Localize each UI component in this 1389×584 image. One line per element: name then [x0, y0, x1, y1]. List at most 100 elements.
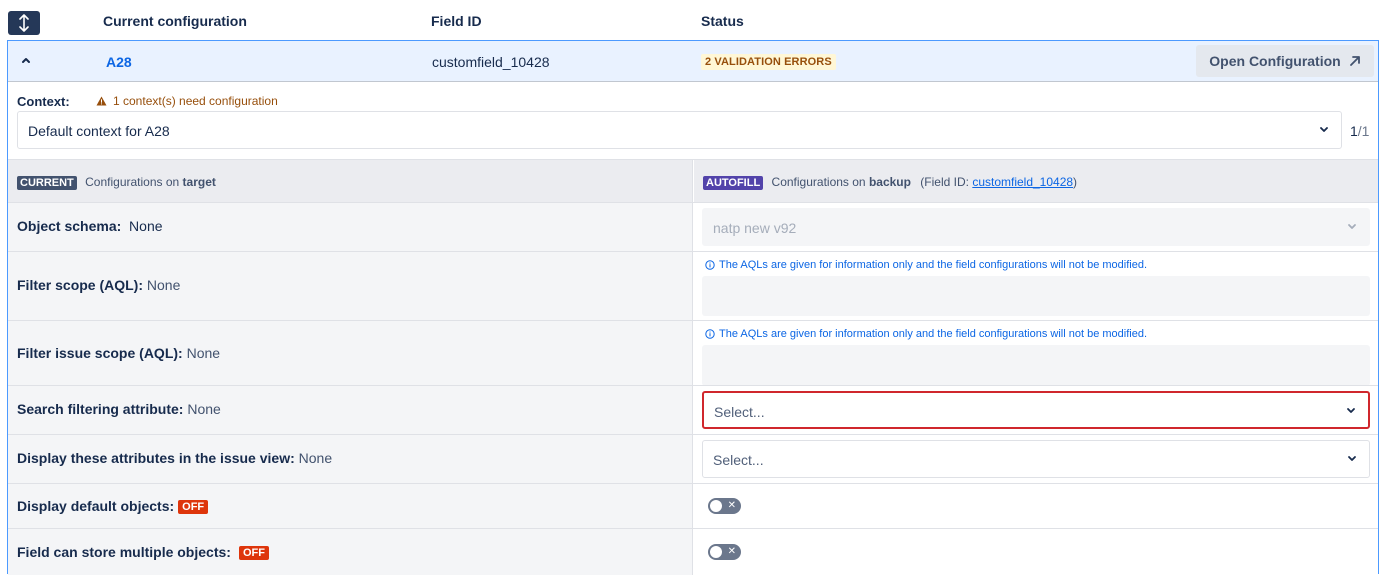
current-header-target: target — [182, 175, 216, 189]
row-filter-scope-autofill: The AQLs are given for information only … — [694, 252, 1378, 320]
current-header-prefix: Configurations on — [85, 175, 183, 189]
status-badge: 2 VALIDATION ERRORS — [701, 54, 836, 70]
current-header: CURRENT Configurations on target — [17, 175, 216, 190]
context-warning: 1 context(s) need configuration — [96, 94, 278, 108]
autofill-header: AUTOFILL Configurations on backup (Field… — [703, 175, 1077, 190]
row-display-attributes-autofill: Select... — [694, 435, 1378, 483]
field-id: customfield_10428 — [432, 54, 550, 70]
row-search-filtering-attribute-autofill: Select... — [694, 386, 1378, 434]
multiple-objects-toggle[interactable]: ✕ — [708, 544, 741, 560]
field-id-prefix: (Field ID: — [920, 175, 973, 189]
column-header-status: Status — [701, 13, 744, 29]
row-multiple-objects-autofill: ✕ — [694, 529, 1378, 575]
search-filtering-current: Search filtering attribute: None — [17, 401, 221, 417]
row-multiple-objects-current: Field can store multiple objects: OFF — [8, 529, 693, 575]
display-attributes-select[interactable]: Select... — [702, 440, 1370, 478]
autofill-lozenge: AUTOFILL — [703, 175, 764, 190]
filter-scope-value: None — [146, 277, 181, 293]
multiple-objects-current: Field can store multiple objects: OFF — [17, 544, 269, 561]
row-filter-issue-scope-current: Filter issue scope (AQL): None — [8, 321, 693, 385]
object-schema-current: Object schema: None — [17, 218, 163, 234]
off-badge: OFF — [178, 500, 209, 515]
search-filtering-placeholder: Select... — [714, 404, 765, 420]
open-configuration-label: Open Configuration — [1209, 53, 1341, 69]
comparison-header-row: CURRENT Configurations on target AUTOFIL… — [8, 159, 1378, 202]
object-schema-select-value: natp new v92 — [713, 220, 797, 236]
display-attributes-current: Display these attributes in the issue vi… — [17, 450, 332, 466]
filter-scope-label: Filter scope (AQL): — [17, 277, 144, 293]
row-display-attributes-current: Display these attributes in the issue vi… — [8, 435, 693, 483]
row-display-attributes: Display these attributes in the issue vi… — [8, 434, 1378, 483]
context-select-value: Default context for A28 — [28, 123, 170, 139]
open-configuration-button[interactable]: Open Configuration — [1196, 45, 1374, 77]
comparison-grid: CURRENT Configurations on target AUTOFIL… — [8, 159, 1378, 575]
row-display-default-objects-autofill: ✕ — [694, 484, 1378, 528]
column-header-field-id: Field ID — [431, 13, 482, 29]
close-icon: ✕ — [727, 546, 736, 557]
context-select[interactable]: Default context for A28 — [17, 111, 1342, 149]
field-configuration-panel: A28 customfield_10428 2 VALIDATION ERROR… — [7, 40, 1379, 575]
object-schema-value: None — [129, 218, 163, 234]
backup-field-id-link[interactable]: customfield_10428 — [972, 175, 1073, 189]
filter-issue-scope-aql-field — [702, 345, 1370, 386]
row-object-schema: Object schema: None natp new v92 — [8, 202, 1378, 251]
autofill-header-target: backup — [868, 175, 911, 189]
search-filtering-value: None — [187, 401, 221, 417]
row-filter-issue-scope: Filter issue scope (AQL): None The AQLs … — [8, 320, 1378, 386]
aql-info-text: The AQLs are given for information only … — [719, 259, 1148, 271]
row-filter-scope-current: Filter scope (AQL): None — [8, 252, 693, 320]
filter-issue-scope-value: None — [186, 345, 221, 361]
field-id-suffix: ) — [1073, 175, 1078, 189]
filter-issue-scope-current: Filter issue scope (AQL): None — [17, 345, 220, 361]
toggle-knob — [710, 546, 722, 558]
aql-info-message: The AQLs are given for information only … — [705, 328, 1147, 340]
warning-icon — [96, 96, 107, 106]
current-lozenge: CURRENT — [17, 175, 77, 190]
field-name-link[interactable]: A28 — [106, 54, 132, 70]
info-icon — [705, 260, 715, 270]
context-section: Context: 1 context(s) need configuration… — [8, 83, 1378, 159]
row-multiple-objects: Field can store multiple objects: OFF ✕ — [8, 528, 1378, 575]
chevron-down-icon — [1347, 408, 1355, 413]
info-icon — [705, 329, 715, 339]
field-row[interactable]: A28 customfield_10428 2 VALIDATION ERROR… — [8, 41, 1378, 82]
row-search-filtering-attribute: Search filtering attribute: None Select.… — [8, 385, 1378, 434]
comparison-header-left: CURRENT Configurations on target — [8, 160, 693, 202]
off-badge: OFF — [238, 546, 269, 561]
filter-issue-scope-label: Filter issue scope (AQL): — [17, 345, 183, 361]
display-default-current: Display default objects: OFF — [17, 498, 209, 515]
display-attributes-value: None — [298, 450, 333, 466]
aql-info-text: The AQLs are given for information only … — [719, 328, 1148, 340]
row-object-schema-current: Object schema: None — [8, 203, 693, 251]
expand-collapse-icon — [19, 14, 29, 32]
toggle-knob — [710, 500, 722, 512]
filter-scope-current: Filter scope (AQL): None — [17, 277, 180, 293]
filter-scope-aql-field — [702, 276, 1370, 316]
row-object-schema-autofill: natp new v92 — [694, 203, 1378, 251]
chevron-up-icon[interactable] — [21, 55, 31, 65]
multiple-objects-label: Field can store multiple objects: — [17, 544, 231, 560]
context-warning-text: 1 context(s) need configuration — [113, 94, 278, 108]
object-schema-select: natp new v92 — [702, 208, 1370, 246]
expand-collapse-button[interactable] — [8, 11, 40, 35]
display-attributes-label: Display these attributes in the issue vi… — [17, 450, 295, 466]
chevron-down-icon — [1320, 127, 1328, 132]
row-filter-issue-scope-autofill: The AQLs are given for information only … — [694, 321, 1378, 386]
context-page-current: 1 — [1350, 123, 1358, 139]
comparison-header-right: AUTOFILL Configurations on backup (Field… — [694, 160, 1378, 202]
aql-info-message: The AQLs are given for information only … — [705, 259, 1147, 271]
autofill-header-prefix: Configurations on — [771, 175, 869, 189]
external-link-icon — [1349, 56, 1360, 66]
display-default-label: Display default objects: — [17, 498, 175, 514]
row-display-default-objects: Display default objects: OFF ✕ — [8, 483, 1378, 528]
row-search-filtering-attribute-current: Search filtering attribute: None — [8, 386, 693, 434]
context-pager: 1/1 — [1350, 123, 1369, 139]
column-header-current-configuration: Current configuration — [103, 13, 247, 29]
context-page-total: /1 — [1357, 123, 1370, 139]
search-filtering-attribute-select[interactable]: Select... — [702, 391, 1370, 429]
context-label: Context: — [17, 94, 70, 109]
display-attributes-placeholder: Select... — [713, 452, 764, 468]
display-default-objects-toggle[interactable]: ✕ — [708, 498, 741, 514]
chevron-down-icon — [1348, 456, 1356, 461]
chevron-down-icon — [1348, 224, 1356, 229]
